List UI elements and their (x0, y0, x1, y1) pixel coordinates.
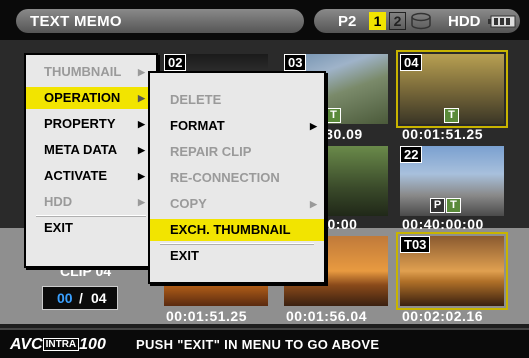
chevron-right-icon: ▶ (138, 67, 145, 77)
clip-number: 03 (284, 54, 307, 71)
header-bar: TEXT MEMO P2 1 2 HDD (0, 0, 529, 40)
counter-separator: / (79, 290, 83, 306)
chevron-right-icon: ▶ (138, 197, 145, 207)
submenu-item-delete[interactable]: DELETE (150, 89, 324, 111)
thumbnail-clip-t03[interactable]: T03 00:02:02.16 (396, 232, 508, 324)
submenu-item-exch-thumbnail[interactable]: EXCH. THUMBNAIL (150, 219, 324, 241)
clip-number: 22 (400, 146, 423, 163)
menu-item-meta-data[interactable]: META DATA ▶ (26, 139, 156, 161)
chevron-right-icon: ▶ (138, 145, 145, 155)
card-label: P2 (338, 13, 357, 30)
slot-1-indicator: 1 (369, 12, 386, 30)
chevron-right-icon: ▶ (138, 171, 145, 181)
submenu-item-repair-clip[interactable]: REPAIR CLIP (150, 141, 324, 163)
menu-item-activate[interactable]: ACTIVATE ▶ (26, 165, 156, 187)
menu-item-hdd[interactable]: HDD ▶ (26, 191, 156, 213)
text-memo-badge: T (326, 108, 341, 123)
text-memo-badge: T (446, 198, 461, 213)
status-pill: P2 1 2 HDD (314, 9, 520, 33)
title-pill: TEXT MEMO (16, 9, 304, 33)
timecode: 00:02:02.16 (402, 308, 484, 324)
thumbnail-clip-04[interactable]: 04 T 00:01:51.25 (396, 50, 508, 142)
operation-submenu: DELETE FORMAT ▶ REPAIR CLIP RE-CONNECTIO… (148, 71, 326, 284)
battery-icon (488, 15, 516, 28)
timecode: 00:40:00:00 (402, 216, 484, 232)
menu-item-property[interactable]: PROPERTY ▶ (26, 113, 156, 135)
clip-counter: 00 / 04 (42, 286, 118, 310)
timecode: 00:01:51.25 (166, 308, 248, 324)
timecode: 00:01:56.04 (286, 308, 368, 324)
menu-item-operation[interactable]: OPERATION ▶ (26, 87, 156, 109)
menu-item-exit[interactable]: EXIT (26, 217, 156, 239)
submenu-item-copy[interactable]: COPY ▶ (150, 193, 324, 215)
slot-2-indicator: 2 (389, 12, 406, 30)
avc-intra-logo: AVC INTRA 100 (10, 336, 106, 353)
counter-current: 00 (57, 290, 73, 306)
timecode: :30.09 (320, 126, 363, 142)
chevron-right-icon: ▶ (310, 199, 317, 209)
submenu-item-exit[interactable]: EXIT (150, 245, 324, 267)
counter-total: 04 (91, 290, 107, 306)
clip-number: 04 (400, 54, 423, 71)
disk-icon (411, 12, 431, 30)
main-menu: THUMBNAIL ▶ OPERATION ▶ PROPERTY ▶ META … (24, 53, 158, 268)
screen-title: TEXT MEMO (30, 13, 122, 30)
clip-number: T03 (400, 236, 431, 253)
clip-number: 02 (164, 54, 187, 71)
proxy-badge: P (430, 198, 445, 213)
chevron-right-icon: ▶ (310, 121, 317, 131)
chevron-right-icon: ▶ (138, 93, 145, 103)
text-memo-badge: T (444, 108, 459, 123)
timecode: 00:01:51.25 (402, 126, 484, 142)
submenu-item-format[interactable]: FORMAT ▶ (150, 115, 324, 137)
submenu-item-re-connection[interactable]: RE-CONNECTION (150, 167, 324, 189)
thumbnail-clip-22[interactable]: 22 P T 00:40:00:00 (396, 142, 508, 232)
footer-bar: AVC INTRA 100 PUSH "EXIT" IN MENU TO GO AB… (0, 328, 529, 358)
menu-item-thumbnail[interactable]: THUMBNAIL ▶ (26, 61, 156, 83)
hdd-label: HDD (448, 13, 481, 30)
help-message: PUSH "EXIT" IN MENU TO GO ABOVE (136, 337, 380, 352)
chevron-right-icon: ▶ (138, 119, 145, 129)
screen: TEXT MEMO P2 1 2 HDD 02 03 T:30.09 04 T… (0, 0, 529, 358)
